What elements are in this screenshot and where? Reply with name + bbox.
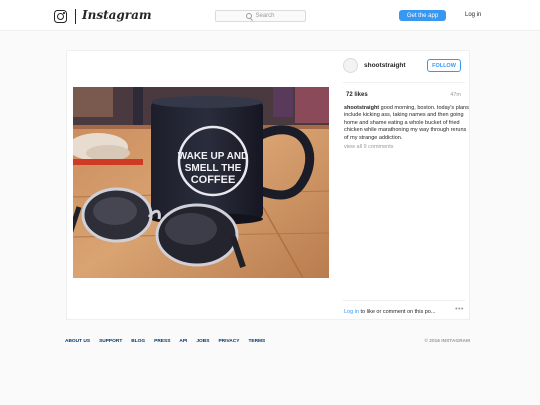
more-options-icon[interactable]: •••	[455, 306, 464, 313]
instagram-wordmark[interactable]: Instagram	[82, 8, 152, 22]
mug-line-1: WAKE UP AND	[178, 151, 249, 162]
footer-nav: ABOUT US SUPPORT BLOG PRESS API JOBS PRI…	[65, 339, 265, 344]
get-the-app-button[interactable]: Get the app	[399, 10, 446, 21]
post-username[interactable]: shootstraight	[364, 62, 406, 69]
follow-button[interactable]: FOLLOW	[427, 59, 461, 72]
view-all-comments-link[interactable]: view all 9 comments	[344, 144, 394, 150]
search-icon	[246, 13, 253, 19]
post-caption: shootstraight good morning, boston. toda…	[344, 105, 472, 142]
footer-link-terms[interactable]: TERMS	[248, 339, 265, 344]
search-placeholder: Search	[255, 13, 275, 19]
mug-line-3: COFFEE	[191, 174, 236, 186]
footer-link-support[interactable]: SUPPORT	[99, 339, 122, 344]
footer-link-privacy[interactable]: PRIVACY	[218, 339, 239, 344]
post-card: WAKE UP AND SMELL THE COFFEE shootstraig…	[66, 50, 470, 320]
top-navigation-bar: Instagram Search Get the app Log in	[0, 0, 540, 31]
instagram-camera-icon[interactable]	[54, 10, 67, 23]
login-link[interactable]: Log in	[465, 12, 481, 18]
footer-link-about[interactable]: ABOUT US	[65, 339, 90, 344]
footer-link-blog[interactable]: BLOG	[131, 339, 145, 344]
post-time[interactable]: 47m	[450, 92, 461, 98]
footer-link-api[interactable]: API	[179, 339, 187, 344]
caption-username[interactable]: shootstraight	[344, 105, 379, 111]
likes-count[interactable]: 72 likes	[346, 92, 368, 98]
avatar[interactable]	[343, 58, 358, 73]
footer-link-press[interactable]: PRESS	[154, 339, 170, 344]
post-photo[interactable]: WAKE UP AND SMELL THE COFFEE	[73, 87, 329, 278]
post-sidebar: shootstraight FOLLOW 72 likes 47m shoots…	[337, 51, 471, 319]
comment-prompt: Log in to like or comment on this po...	[344, 309, 435, 315]
copyright: © 2016 INSTAGRAM	[424, 339, 470, 344]
comment-prompt-text: to like or comment on this po...	[359, 309, 436, 315]
logo-divider	[75, 9, 76, 24]
footer-link-jobs[interactable]: JOBS	[196, 339, 209, 344]
search-input[interactable]: Search	[215, 10, 306, 22]
divider	[343, 300, 465, 301]
login-to-comment-link[interactable]: Log in	[344, 309, 359, 315]
mug-line-2: SMELL THE	[185, 163, 242, 174]
divider	[343, 82, 465, 83]
